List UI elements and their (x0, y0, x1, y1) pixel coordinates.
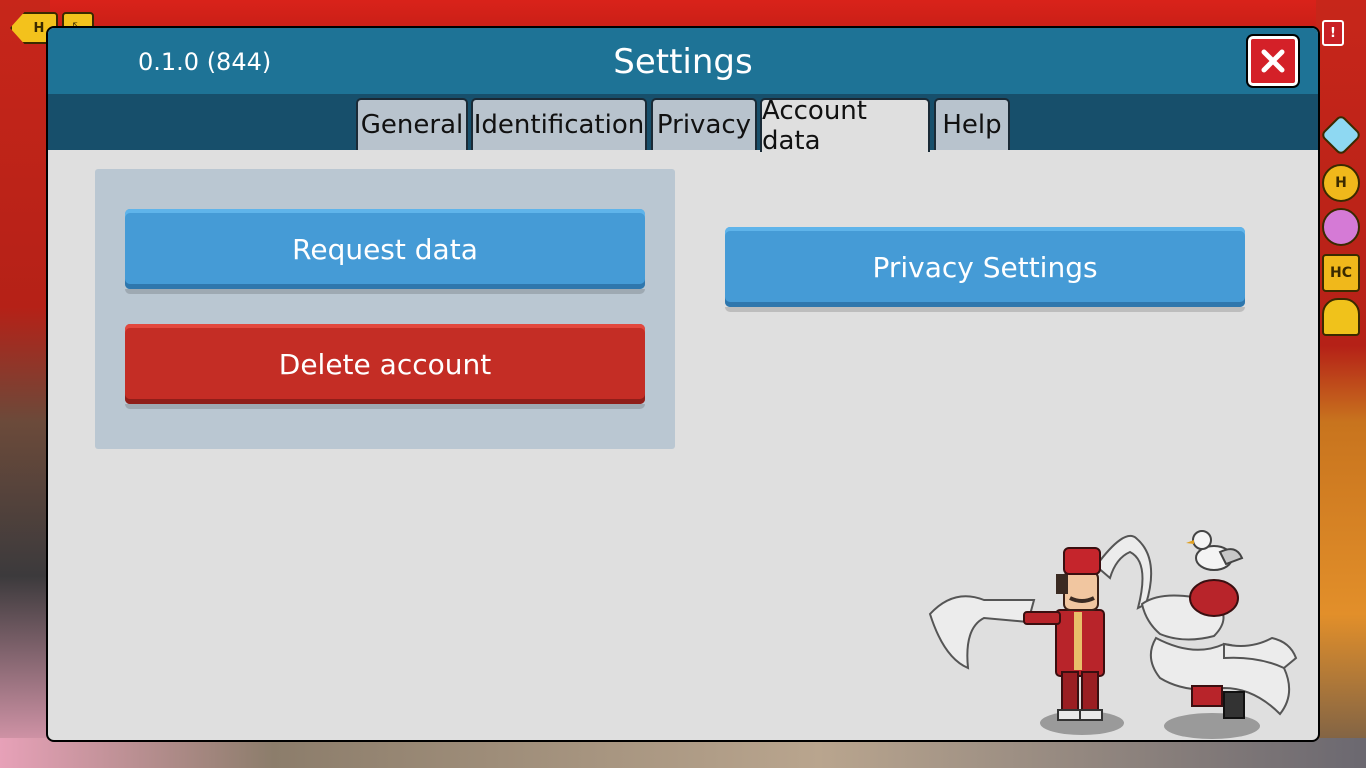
close-button[interactable] (1248, 36, 1298, 86)
close-icon (1261, 49, 1285, 73)
tab-account-data[interactable]: Account data (760, 96, 930, 156)
tab-privacy[interactable]: Privacy (651, 98, 757, 150)
builders-club-icon[interactable] (1322, 298, 1360, 336)
credits-icon[interactable]: H (1322, 164, 1360, 202)
request-data-button[interactable]: Request data (125, 209, 645, 294)
tab-bar: General Identification Privacy Account d… (48, 94, 1318, 156)
game-background-left (0, 0, 50, 768)
delete-account-button[interactable]: Delete account (125, 324, 645, 409)
settings-window: 0.1.0 (844) Settings General Identificat… (46, 26, 1320, 742)
privacy-settings-button[interactable]: Privacy Settings (725, 227, 1245, 312)
hc-icon[interactable]: HC (1322, 254, 1360, 292)
tab-help[interactable]: Help (934, 98, 1010, 150)
window-header: 0.1.0 (844) Settings (48, 28, 1318, 94)
tab-identification[interactable]: Identification (471, 98, 647, 150)
settings-window-body: 0.1.0 (844) Settings General Identificat… (48, 28, 1318, 740)
window-title: Settings (613, 42, 753, 82)
tab-general[interactable]: General (356, 98, 468, 150)
game-background-bottom (0, 738, 1366, 768)
duckets-icon[interactable] (1322, 208, 1360, 246)
alert-badge: ! (1322, 20, 1344, 46)
concierge-scroll-illustration (928, 530, 1298, 739)
